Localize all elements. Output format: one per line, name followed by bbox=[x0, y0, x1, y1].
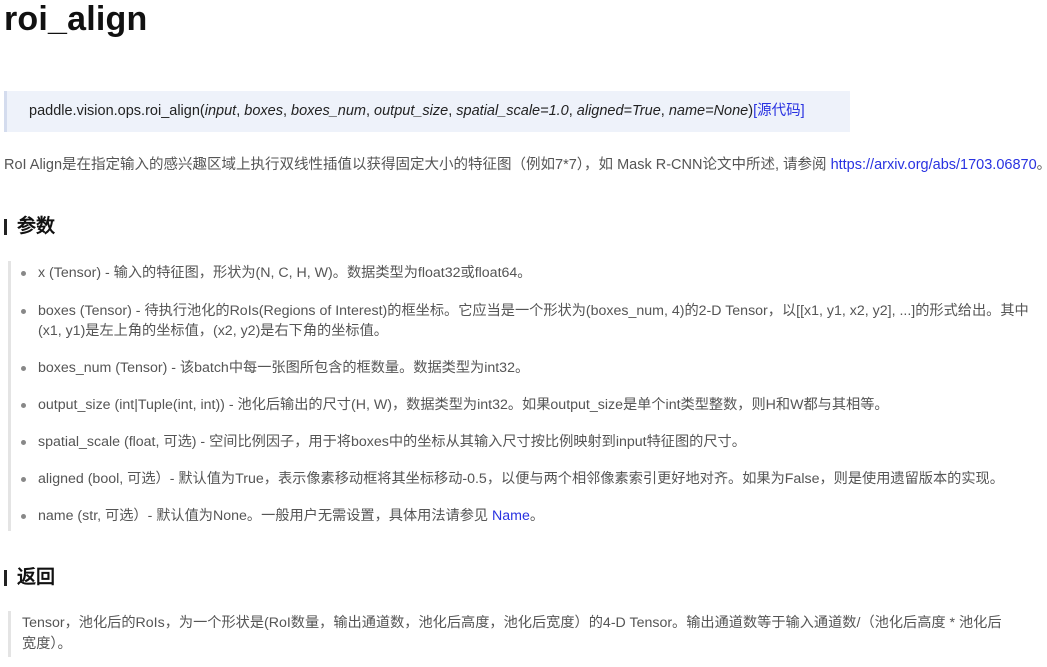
param-boxes-num-text: boxes_num (Tensor) - 该batch中每一张图所包含的框数量。… bbox=[38, 360, 530, 376]
signature-separator: , bbox=[365, 103, 375, 119]
intro-suffix: 。 bbox=[1037, 157, 1047, 173]
param-output-size: output_size (int|Tuple(int, int)) - 池化后输… bbox=[21, 395, 1038, 415]
param-aligned: aligned (bool, 可选）- 默认值为True，表示像素移动框将其坐标… bbox=[21, 469, 1038, 489]
param-output-size-text: output_size (int|Tuple(int, int)) - 池化后输… bbox=[38, 397, 889, 413]
param-spatial-scale-text: spatial_scale (float, 可选) - 空间比例因子，用于将bo… bbox=[38, 434, 746, 450]
param-name-text: name (str, 可选）- 默认值为None。一般用户无需设置，具体用法请参… bbox=[38, 508, 493, 524]
signature-arg: output_size bbox=[374, 103, 449, 119]
signature-arg: boxes_num bbox=[291, 103, 366, 119]
returns-block: Tensor，池化后的RoIs，为一个形状是(RoI数量，输出通道数，池化后高度… bbox=[8, 611, 1038, 657]
returns-text: Tensor，池化后的RoIs，为一个形状是(RoI数量，输出通道数，池化后高度… bbox=[22, 615, 1002, 652]
param-boxes-num: boxes_num (Tensor) - 该batch中每一张图所包含的框数量。… bbox=[21, 358, 1038, 378]
signature-arg: boxes bbox=[244, 103, 283, 119]
signature-func: paddle.vision.ops.roi_align( bbox=[29, 103, 205, 119]
signature-arg: input bbox=[204, 103, 237, 119]
api-signature: paddle.vision.ops.roi_align(input, boxes… bbox=[4, 91, 850, 132]
signature-separator: , bbox=[660, 103, 669, 119]
param-name: name (str, 可选）- 默认值为None。一般用户无需设置，具体用法请参… bbox=[21, 506, 1038, 526]
source-code-link[interactable]: [源代码] bbox=[753, 103, 805, 119]
signature-arg: aligned=True bbox=[576, 103, 661, 119]
param-aligned-text: aligned (bool, 可选）- 默认值为True，表示像素移动框将其坐标… bbox=[38, 471, 1004, 487]
page-title: roi_align bbox=[4, 0, 148, 38]
intro-text: RoI Align是在指定输入的感兴趣区域上执行双线性插值以获得固定大小的特征图… bbox=[4, 157, 831, 173]
signature-arg: name=None bbox=[668, 103, 749, 119]
signature-separator: , bbox=[568, 103, 577, 119]
intro-paragraph: RoI Align是在指定输入的感兴趣区域上执行双线性插值以获得固定大小的特征图… bbox=[4, 154, 1047, 176]
param-boxes: boxes (Tensor) - 待执行池化的RoIs(Regions of I… bbox=[21, 301, 1038, 341]
arxiv-link[interactable]: https://arxiv.org/abs/1703.06870 bbox=[831, 157, 1037, 173]
signature-args: input, boxes, boxes_num, output_size, sp… bbox=[205, 103, 749, 119]
name-link[interactable]: Name bbox=[492, 508, 530, 524]
param-spatial-scale: spatial_scale (float, 可选) - 空间比例因子，用于将bo… bbox=[21, 432, 1038, 452]
params-list: x (Tensor) - 输入的特征图，形状为(N, C, H, W)。数据类型… bbox=[8, 261, 1038, 531]
param-x-text: x (Tensor) - 输入的特征图，形状为(N, C, H, W)。数据类型… bbox=[38, 265, 532, 281]
param-x: x (Tensor) - 输入的特征图，形状为(N, C, H, W)。数据类型… bbox=[21, 263, 1038, 283]
signature-arg: spatial_scale=1.0 bbox=[456, 103, 569, 119]
signature-separator: , bbox=[282, 103, 292, 119]
param-boxes-text: boxes (Tensor) - 待执行池化的RoIs(Regions of I… bbox=[38, 303, 1029, 339]
returns-heading: 返回 bbox=[4, 565, 55, 591]
params-heading: 参数 bbox=[4, 214, 55, 240]
param-name-suffix: 。 bbox=[529, 508, 545, 524]
